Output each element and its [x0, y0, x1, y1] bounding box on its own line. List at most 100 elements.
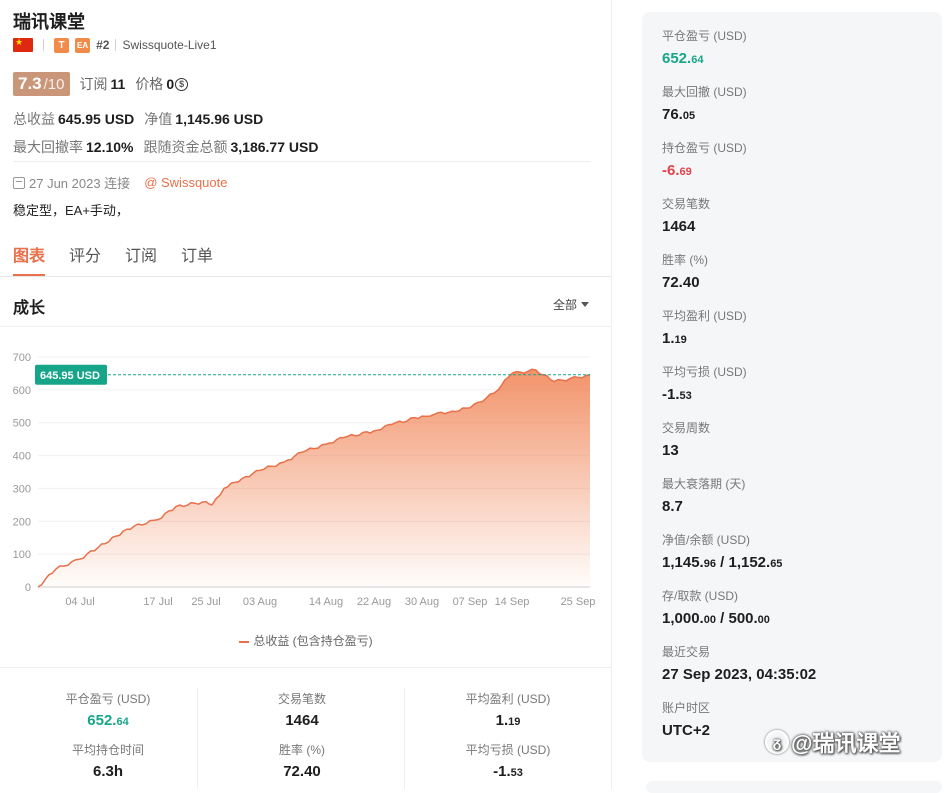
legend-swatch: [239, 640, 250, 643]
x-tick-label: 25 Jul: [191, 596, 220, 608]
tab-subscribe[interactable]: 订阅: [125, 242, 157, 276]
growth-area: [38, 369, 590, 587]
rating-row: 7.3 /10 订阅 11 价格 0 $: [13, 72, 189, 96]
summary-stat-value: 1.19: [495, 712, 521, 729]
range-filter-dropdown[interactable]: 全部: [553, 296, 590, 313]
divider: [13, 161, 591, 162]
account-stat-value: 13: [662, 442, 679, 459]
y-tick-label: 100: [13, 549, 31, 561]
account-stat-label: 交易周数: [662, 421, 711, 435]
rank: #2: [96, 38, 110, 52]
connection-row: 27 Jun 2023 连接 @ Swissquote: [13, 173, 227, 192]
equity-value: 1,145.96 USD: [175, 111, 264, 127]
profit-row: 总收益 645.95 USD 净值 1,145.96 USD: [13, 109, 263, 129]
account-stat-label: 存/取款 (USD): [662, 589, 738, 603]
account-stat-label: 持仓盈亏 (USD): [662, 141, 747, 155]
watermark: ᵹ @瑞讯课堂: [765, 726, 900, 758]
connected-date: 27 Jun 2023 连接: [29, 176, 131, 191]
summary-stat-label: 交易笔数: [277, 692, 326, 706]
growth-title: 成长: [13, 300, 46, 317]
y-tick-label: 300: [13, 483, 31, 495]
rating-score: 7.3: [18, 74, 42, 93]
account-stat-value: -6.69: [662, 162, 692, 179]
account-stat-value: 1,145.96 / 1,152.65: [662, 554, 783, 571]
watermark-text: @瑞讯课堂: [791, 731, 901, 756]
y-tick-label: 700: [13, 352, 31, 364]
growth-chart: 645.95 USD 0 100 200 300 400 500 600 700 04 Jul 1…: [13, 352, 596, 608]
total-profit-label: 总收益: [13, 111, 55, 127]
account-stat-value: -1.53: [662, 386, 692, 403]
account-stat: 净值/余额 (USD) 1,145.96 / 1,152.65: [662, 531, 782, 571]
strategy-title: 瑞讯课堂: [13, 12, 85, 32]
account-stat-label: 平均亏损 (USD): [662, 365, 747, 379]
rating-max: /10: [43, 75, 65, 93]
account-stat: 交易笔数 1464: [662, 195, 710, 235]
current-value-label: 645.95 USD: [40, 370, 100, 382]
max-drawdown-value: 12.10%: [86, 139, 134, 155]
summary-stat-value: 652.64: [87, 712, 129, 729]
summary-stat-value: 6.3h: [92, 763, 123, 780]
rating-score-badge: 7.3 /10: [13, 72, 70, 96]
account-stat-label: 最大衰落期 (天): [662, 477, 746, 491]
account-stat: 平均亏损 (USD) -1.53: [662, 363, 747, 403]
tab-chart[interactable]: 图表: [13, 242, 46, 276]
account-stat: 交易周数 13: [662, 419, 710, 459]
broker-link[interactable]: @ Swissquote: [144, 175, 227, 190]
y-tick-label: 400: [13, 451, 31, 463]
subscriptions-label: 订阅: [79, 76, 108, 92]
account-stat-label: 最大回撤 (USD): [662, 85, 747, 99]
x-tick-label: 14 Sep: [495, 596, 530, 608]
x-tick-label: 03 Aug: [243, 596, 277, 608]
account-stat-value: 8.7: [662, 498, 683, 515]
follow-funds-label: 跟随资金总额: [143, 139, 228, 155]
account-stat-label: 最近交易: [662, 645, 711, 659]
server-name: Swissquote-Live1: [122, 38, 217, 52]
account-stat-value: 1,000.00 / 500.00: [662, 610, 770, 627]
max-drawdown-label: 最大回撤率: [13, 139, 83, 155]
caret-down-icon: [581, 302, 590, 307]
badge-t: T: [54, 37, 69, 53]
x-tick-label: 07 Sep: [453, 596, 488, 608]
summary-stat-label: 平均亏损 (USD): [465, 743, 551, 757]
tab-orders[interactable]: 订单: [181, 242, 213, 276]
summary-stat-value: -1.53: [493, 763, 523, 780]
account-stat: 胜率 (%) 72.40: [662, 251, 708, 291]
x-tick-label: 25 Sep: [561, 596, 596, 608]
y-tick-label: 600: [13, 385, 31, 397]
subscriptions-value: 11: [110, 76, 126, 92]
chart-legend: 总收益 (包含持仓盈亏): [0, 632, 612, 649]
currency-coin-icon: $: [175, 77, 189, 91]
summary-stat-label: 平均盈利 (USD): [465, 692, 551, 706]
divider: [43, 39, 44, 51]
summary-stat: 平仓盈亏 (USD) 652.64: [18, 690, 198, 729]
range-filter-label: 全部: [553, 298, 578, 312]
summary-stat-value: 72.40: [283, 763, 321, 780]
summary-stat: 平均亏损 (USD) -1.53: [418, 741, 598, 780]
account-stat: 最大衰落期 (天) 8.7: [662, 475, 745, 515]
price-label: 价格: [135, 76, 164, 92]
legend-label: 总收益 (包含持仓盈亏): [253, 634, 373, 648]
tab-rating[interactable]: 评分: [69, 242, 101, 276]
summary-stat: 平均持仓时间 6.3h: [18, 741, 198, 780]
account-stat-value: 72.40: [662, 274, 700, 291]
equity-label: 净值: [144, 111, 173, 127]
x-tick-label: 22 Aug: [357, 596, 391, 608]
total-profit-value: 645.95 USD: [58, 111, 135, 127]
tab-divider: [0, 276, 612, 277]
summary-stat: 胜率 (%) 72.40: [212, 741, 392, 780]
account-stat-label: 交易笔数: [662, 197, 711, 211]
x-tick-label: 30 Aug: [405, 596, 439, 608]
badge-ea: EA: [75, 37, 91, 53]
account-stat-label: 胜率 (%): [662, 253, 708, 267]
account-stat: 平均盈利 (USD) 1.19: [662, 307, 747, 347]
x-tick-label: 04 Jul: [65, 596, 94, 608]
strategy-description: 稳定型，EA+手动，: [13, 203, 129, 218]
divider: [0, 667, 612, 668]
tab-bar: 图表 评分 订阅 订单: [13, 242, 213, 276]
follow-funds-value: 3,186.77 USD: [230, 139, 319, 155]
tag-row: ★ T EA #2 Swissquote-Live1: [13, 37, 217, 53]
summary-stat-label: 胜率 (%): [279, 743, 325, 757]
x-tick-label: 14 Aug: [309, 596, 343, 608]
y-tick-label: 200: [13, 516, 31, 528]
china-flag-icon: ★: [13, 37, 33, 52]
